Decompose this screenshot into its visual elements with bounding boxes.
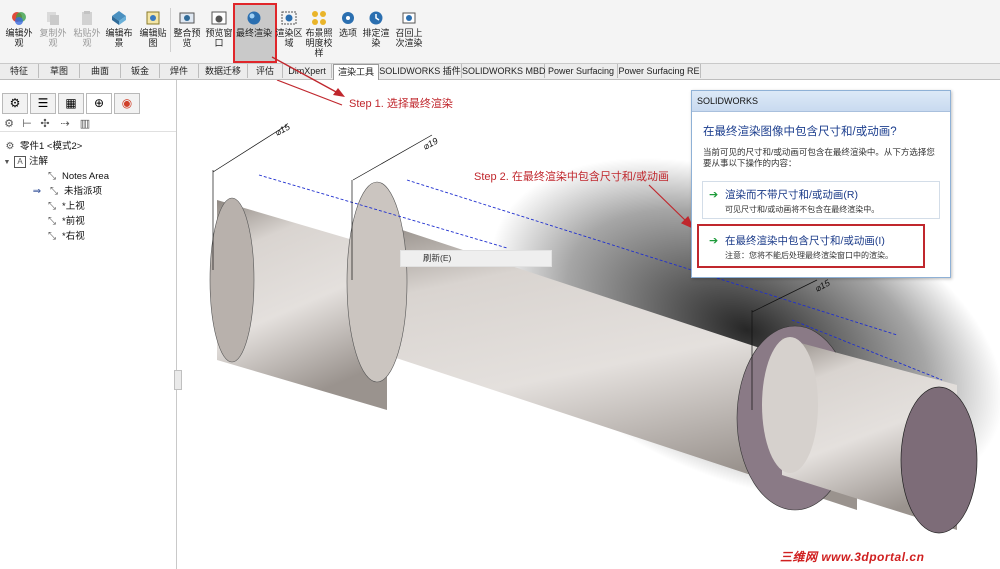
- ribbon-toolbar: 编辑外观 复制外观 粘贴外观 编辑布景 编辑贴图 整合预览 预览窗口 最终渲染 …: [0, 0, 1000, 64]
- tree-item-notes-area[interactable]: ⤡ Notes Area: [45, 170, 109, 184]
- tab-solidworks-mbd[interactable]: SOLIDWORKS MBD: [462, 64, 546, 78]
- panel-tabs: ⚙ ☰ ▦ ⊕ ◉: [0, 93, 176, 114]
- scene-illumination-icon: [312, 11, 326, 25]
- expand-chevron-icon[interactable]: ▼: [3, 156, 11, 170]
- site-watermark: 三维网 www.3dportal.cn: [780, 550, 925, 564]
- command-tabs: 特征 草图 曲面 钣金 焊件 数据迁移 评估 DimXpert 渲染工具 SOL…: [0, 64, 1000, 80]
- tree-item-front-view[interactable]: ⤡ *前视: [45, 215, 85, 229]
- render-region-icon: [281, 11, 297, 25]
- tree-annotations[interactable]: ▼ A 注解: [3, 155, 48, 169]
- show-tolerance-icon[interactable]: ▥: [78, 117, 92, 131]
- large-cylinder-step-face: [346, 181, 408, 383]
- notes-area-icon: ⤡: [48, 171, 56, 182]
- auto-dimension-icon[interactable]: ⚙: [2, 117, 16, 131]
- edit-appearance-icon: [12, 12, 26, 25]
- feature-tree-icon: ⚙: [9, 96, 21, 110]
- dialog-description: 当前可见的尺寸和/或动画可包含在最终渲染中。从下方选择您要从事以下操作的内容：: [703, 147, 935, 168]
- annotations-icon: A: [14, 156, 26, 168]
- tab-power-surfacing[interactable]: Power Surfacing: [545, 64, 618, 78]
- preview-window-button[interactable]: 预览窗口: [204, 10, 234, 60]
- tab-features[interactable]: 特征: [0, 64, 39, 78]
- feature-manager-panel: ⚙ ☰ ▦ ⊕ ◉ ⚙ ⊢ ✣ ⇢ ▥ ⚙ 零件1 <模式2> ▼ A 注解 ⤡ Not…: [0, 80, 177, 569]
- color-wheel-icon: ◉: [121, 96, 133, 110]
- tab-surfaces[interactable]: 曲面: [80, 64, 121, 78]
- view-plane-icon: ⤡: [48, 201, 56, 212]
- location-dimension-icon[interactable]: ✣: [38, 117, 52, 131]
- render-without-dimensions-option[interactable]: ➔ 渲染而不带尺寸和/或动画(R) 可见尺寸和/或动画将不包含在最终渲染中。: [702, 181, 940, 219]
- basic-size-icon[interactable]: ⊢: [20, 117, 34, 131]
- tab-sketch[interactable]: 草图: [39, 64, 80, 78]
- paste-appearance-button[interactable]: 粘贴外观: [71, 10, 103, 60]
- property-manager-tab[interactable]: ☰: [30, 93, 56, 114]
- pattern-feature-icon[interactable]: ⇢: [58, 117, 72, 131]
- schedule-render-button[interactable]: 排定渲染: [362, 10, 390, 60]
- dimxpert-manager-tab[interactable]: ⊕: [86, 93, 112, 114]
- copy-appearance-icon: [47, 12, 59, 25]
- tab-data-migration[interactable]: 数据迁移: [199, 64, 248, 78]
- context-menu-refresh[interactable]: 刷新(E): [423, 253, 451, 263]
- dialog-titlebar[interactable]: SOLIDWORKS: [692, 91, 950, 112]
- options-button[interactable]: 选项: [336, 10, 360, 60]
- edit-decal-button[interactable]: 编辑贴图: [137, 10, 169, 60]
- options-icon: [342, 12, 354, 24]
- tree-part-root[interactable]: ⚙ 零件1 <模式2>: [3, 140, 83, 154]
- right-end-face: [900, 386, 978, 534]
- dimension-label[interactable]: ⌀19: [421, 136, 439, 152]
- tab-weldments[interactable]: 焊件: [160, 64, 199, 78]
- copy-appearance-button[interactable]: 复制外观: [37, 10, 69, 60]
- context-menu: 刷新(E): [400, 250, 552, 267]
- schedule-render-icon: [369, 11, 383, 25]
- step1-pointer: [271, 56, 345, 97]
- tree-item-right-view[interactable]: ⤡ *右视: [45, 230, 85, 244]
- configuration-manager-tab[interactable]: ▦: [58, 93, 84, 114]
- dialog-question: 在最终渲染图像中包含尺寸和/或动画?: [703, 126, 897, 138]
- ribbon-separator: [170, 8, 171, 52]
- step1-label: Step 1. 选择最终渲染: [349, 98, 453, 110]
- dimension-label[interactable]: ⌀15: [273, 121, 292, 138]
- recall-last-render-button[interactable]: 召回上次渲染: [392, 10, 426, 60]
- include-dimensions-highlight: [697, 224, 925, 268]
- tab-solidworks-addins[interactable]: SOLIDWORKS 插件: [379, 64, 462, 78]
- integrated-preview-icon: [179, 12, 195, 24]
- left-end-face: [209, 197, 255, 363]
- tab-sheet-metal[interactable]: 钣金: [121, 64, 160, 78]
- property-manager-icon: ☰: [37, 96, 49, 110]
- feature-tree-tab[interactable]: ⚙: [2, 93, 28, 114]
- view-plane-icon: ⤡: [48, 216, 56, 227]
- integrated-preview-button[interactable]: 整合预览: [172, 10, 202, 60]
- view-plane-icon: ⤡: [48, 231, 56, 242]
- tree-item-unassigned[interactable]: ⇒ ⤡ 未指派项: [30, 185, 102, 199]
- scene-illumination-button[interactable]: 布景照明度校样: [304, 10, 334, 60]
- edit-decal-icon: [146, 11, 160, 25]
- edit-scene-icon: [112, 11, 126, 25]
- final-render-button[interactable]: 最终渲染: [236, 10, 272, 60]
- unassigned-icon: ⤡: [50, 186, 58, 197]
- part-icon: ⚙: [5, 141, 15, 152]
- paste-appearance-icon: [82, 11, 92, 25]
- green-arrow-icon: ➔: [709, 189, 719, 201]
- crosshair-icon: ⊕: [93, 96, 105, 110]
- configuration-icon: ▦: [65, 96, 77, 110]
- final-render-icon: [247, 11, 261, 25]
- step2-label: Step 2. 在最终渲染中包含尺寸和/或动画: [474, 171, 669, 183]
- preview-window-icon: [211, 11, 227, 25]
- render-region-button[interactable]: 渲染区域: [274, 10, 304, 60]
- panel-toolbar: ⚙ ⊢ ✣ ⇢ ▥: [0, 117, 176, 132]
- recall-last-render-icon: [402, 12, 416, 24]
- edit-scene-button[interactable]: 编辑布景: [103, 10, 135, 60]
- tab-power-surfacing-re[interactable]: Power Surfacing RE: [618, 64, 701, 78]
- tree-item-top-view[interactable]: ⤡ *上视: [45, 200, 85, 214]
- arrow-right-icon: ⇒: [32, 186, 42, 197]
- right-cylinder-base: [762, 337, 818, 473]
- edit-appearance-button[interactable]: 编辑外观: [3, 10, 35, 60]
- display-manager-tab[interactable]: ◉: [114, 93, 140, 114]
